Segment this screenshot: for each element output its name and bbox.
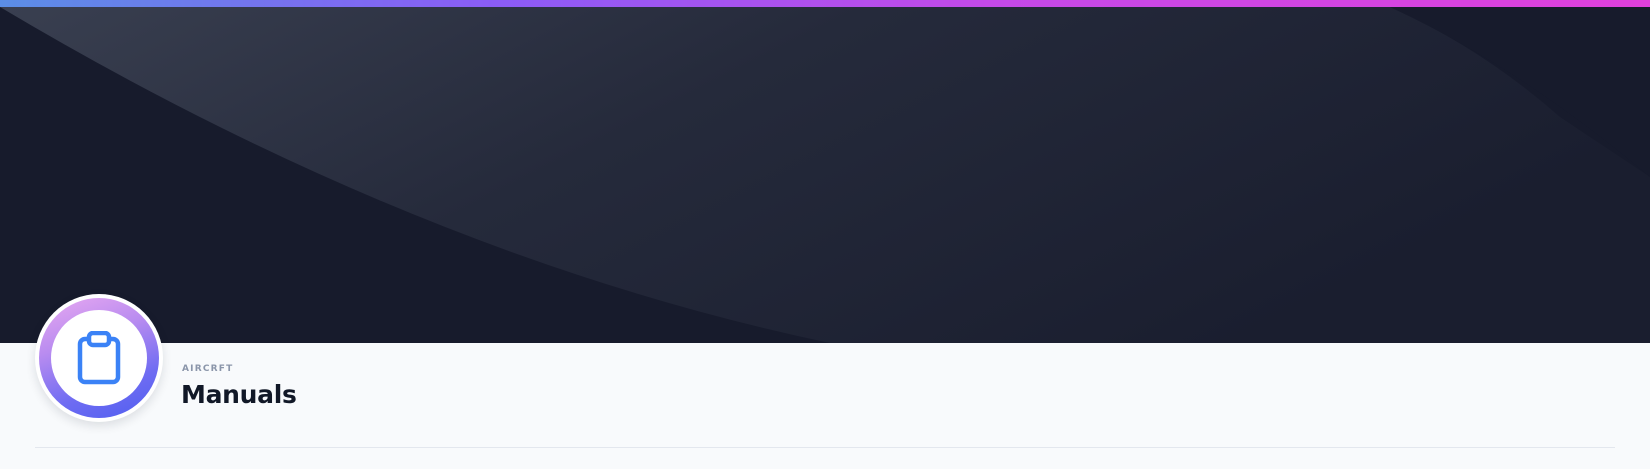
avatar-gradient-ring <box>39 298 159 418</box>
hero-banner <box>0 7 1650 343</box>
page: AIRCRFT Manuals <box>0 0 1650 469</box>
avatar-inner <box>51 310 147 406</box>
top-accent-bar <box>0 0 1650 7</box>
page-title: Manuals <box>181 380 297 409</box>
section-avatar <box>35 294 163 422</box>
header-divider <box>35 447 1615 448</box>
clipboard-icon <box>77 331 121 385</box>
hero-background-art <box>0 7 1650 343</box>
page-eyebrow: AIRCRFT <box>182 364 234 374</box>
